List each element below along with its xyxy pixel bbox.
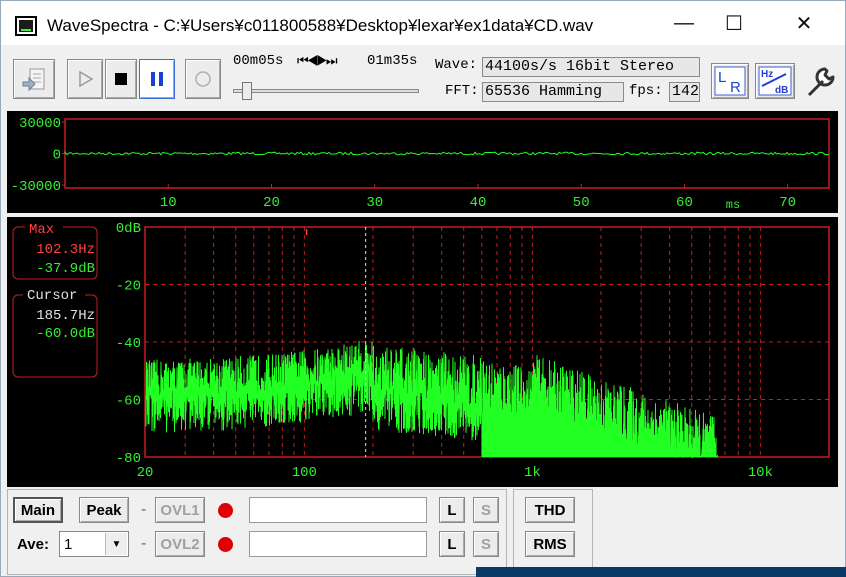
open-file-icon (22, 68, 45, 92)
seek-slider-thumb[interactable] (242, 82, 253, 100)
ovl1-button[interactable]: OVL1 (155, 497, 205, 523)
ovl2-save-button[interactable]: S (473, 531, 499, 557)
max-freq-value: 102.3Hz (36, 242, 95, 258)
ovl2-load-button[interactable]: L (439, 531, 465, 557)
rms-button[interactable]: RMS (525, 531, 575, 557)
ovl1-load-button[interactable]: L (439, 497, 465, 523)
fft-setting-field: 65536 Hamming (482, 82, 624, 102)
spectrum-y-tick-label: -20 (116, 279, 141, 295)
seek-slider-track[interactable] (233, 89, 419, 93)
play-button[interactable] (67, 59, 103, 99)
chevron-down-icon[interactable]: ▼ (105, 533, 127, 555)
repeat-icon (195, 71, 211, 87)
ave-select-value: 1 (64, 536, 73, 553)
settings-button[interactable] (803, 63, 839, 99)
spectrum-x-tick-label: 10k (748, 465, 773, 481)
waveform-x-tick-label: 70 (779, 195, 796, 211)
cursor-readout-title: Cursor (27, 288, 77, 304)
waveform-y-tick-label: 30000 (19, 116, 61, 132)
stop-button[interactable] (105, 59, 137, 99)
cursor-level-value: -60.0dB (36, 326, 95, 342)
ovl2-button[interactable]: OVL2 (155, 531, 205, 557)
spectrum-panel: 0dB -20 -40 -60 -80 20 100 1k 10k Max 102.3Hz -37.9… (7, 217, 838, 487)
spectrum-y-tick-label: 0dB (116, 221, 141, 237)
waveform-x-tick-label: 10 (160, 195, 177, 211)
wrench-icon (807, 67, 835, 97)
svg-text:R: R (730, 79, 741, 96)
ave-select[interactable]: 1 ▼ (59, 531, 129, 557)
max-readout-title: Max (29, 222, 54, 238)
ave-label: Ave: (17, 536, 49, 553)
waveform-y-tick-label: 0 (53, 148, 61, 164)
title-bar: WaveSpectra - C:¥Users¥c011800588¥Deskto… (1, 1, 845, 45)
spectrum-trace (145, 340, 718, 459)
app-window: WaveSpectra - C:¥Users¥c011800588¥Deskto… (0, 0, 846, 577)
pause-button[interactable] (139, 59, 175, 99)
fft-label: FFT: (445, 83, 479, 99)
wavespectra-app-icon (15, 16, 37, 36)
spectrum-x-tick-label: 1k (524, 465, 541, 481)
ovl1-filename-field[interactable] (249, 497, 427, 523)
spectrum-y-tick-label: -60 (116, 394, 141, 410)
spectrum-plot[interactable]: 0dB-20-40-60-8020 100 1k 10kMax102.3Hz-37.9… (7, 217, 838, 487)
lr-channel-icon: L R (714, 66, 746, 96)
scale-settings-button[interactable]: Hz dB (755, 63, 795, 99)
end-time: 01m35s (367, 53, 418, 69)
pause-icon (151, 72, 163, 86)
bottom-controls: Main Peak - OVL1 L S Ave: 1 ▼ - OVL2 L S… (7, 489, 838, 575)
waveform-x-unit: ms (726, 198, 740, 212)
waveform-y-tick-label: -30000 (11, 179, 61, 195)
main-button[interactable]: Main (13, 497, 63, 523)
window-title: WaveSpectra - C:¥Users¥c011800588¥Deskto… (47, 16, 594, 35)
spectrum-x-tick-label: 100 (292, 465, 317, 481)
separator-dash-2: - (141, 535, 147, 552)
waveform-plot[interactable]: 30000 0 -30000 10 20 30 40 50 60 70 ms (7, 111, 838, 213)
waveform-trace (64, 150, 830, 156)
channel-lr-button[interactable]: L R (711, 63, 749, 99)
ovl1-save-button[interactable]: S (473, 497, 499, 523)
desktop-taskbar-strip (476, 567, 846, 577)
fps-label: fps: (629, 83, 663, 99)
cursor-freq-value: 185.7Hz (36, 308, 95, 324)
waveform-x-tick-label: 30 (366, 195, 383, 211)
fps-field: 142 (669, 82, 700, 102)
repeat-button[interactable] (185, 59, 221, 99)
stop-icon (115, 73, 127, 85)
svg-text:Hz: Hz (761, 69, 773, 80)
start-time: 00m05s (233, 53, 284, 69)
waveform-panel: 30000 0 -30000 10 20 30 40 50 60 70 ms (7, 111, 838, 213)
minimize-button[interactable]: — (661, 1, 707, 45)
ovl2-filename-field[interactable] (249, 531, 427, 557)
thd-button[interactable]: THD (525, 497, 575, 523)
spectrum-y-tick-label: -40 (116, 336, 141, 352)
record-ovl2-icon[interactable] (218, 537, 233, 552)
waveform-x-tick-label: 20 (263, 195, 280, 211)
wave-label: Wave: (435, 57, 478, 73)
toolbar: 00m05s ⏮◀▶⏭ 01m35s Wave: 44100s/s 16bit … (5, 51, 841, 107)
hz-db-scale-icon: Hz dB (758, 66, 792, 96)
spectrum-x-tick-label: 20 (137, 465, 154, 481)
wave-format-field: 44100s/s 16bit Stereo (482, 57, 700, 77)
close-button[interactable]: ✕ (781, 1, 827, 45)
waveform-x-tick-label: 40 (470, 195, 487, 211)
waveform-x-tick-label: 50 (573, 195, 590, 211)
svg-text:dB: dB (775, 85, 788, 96)
open-file-button[interactable] (13, 59, 55, 99)
seek-controls[interactable]: ⏮◀▶⏭ (297, 53, 338, 69)
record-ovl1-icon[interactable] (218, 503, 233, 518)
svg-text:L: L (718, 69, 726, 86)
peak-button[interactable]: Peak (79, 497, 129, 523)
separator-dash-1: - (141, 501, 147, 518)
maximize-button[interactable]: ☐ (711, 1, 757, 45)
play-icon (79, 70, 94, 88)
waveform-x-tick-label: 60 (676, 195, 693, 211)
max-level-value: -37.9dB (36, 261, 95, 277)
